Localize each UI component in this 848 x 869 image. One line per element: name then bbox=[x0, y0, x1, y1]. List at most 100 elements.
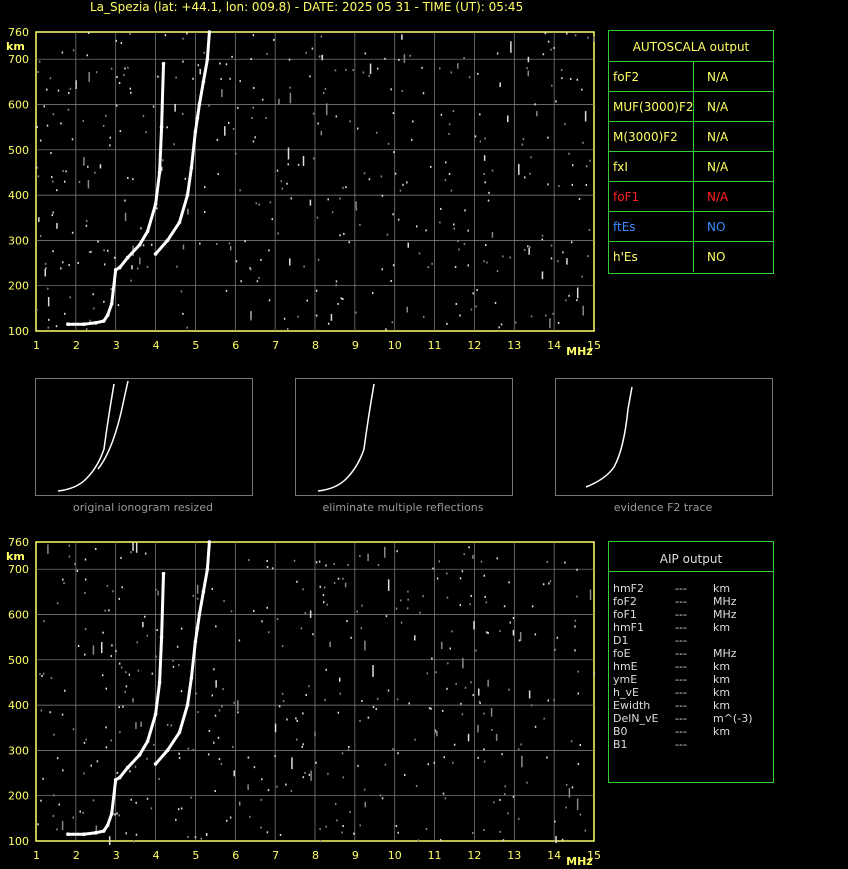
autoscala-param-value: NO bbox=[707, 250, 726, 264]
y-tick-label: 760 bbox=[8, 26, 29, 39]
trace-point bbox=[185, 193, 190, 197]
noise-mark bbox=[409, 54, 412, 57]
noise-mark bbox=[253, 86, 255, 89]
autoscala-param-value: N/A bbox=[707, 190, 729, 204]
noise-mark bbox=[396, 698, 399, 701]
noise-mark bbox=[521, 143, 524, 146]
noise-mark bbox=[455, 302, 458, 305]
y-tick-label: 500 bbox=[8, 144, 29, 157]
noise-mark bbox=[410, 138, 413, 141]
noise-mark bbox=[576, 299, 578, 302]
noise-mark bbox=[290, 789, 293, 792]
noise-mark bbox=[318, 55, 321, 58]
trace-point bbox=[205, 57, 210, 61]
noise-mark bbox=[403, 773, 406, 776]
noise-mark bbox=[585, 183, 588, 186]
x-tick-label: 9 bbox=[352, 849, 359, 862]
noise-mark bbox=[94, 171, 96, 174]
noise-mark bbox=[116, 771, 119, 774]
noise-mark bbox=[541, 271, 544, 280]
noise-mark bbox=[394, 172, 397, 175]
noise-mark bbox=[89, 319, 91, 322]
noise-mark bbox=[498, 326, 500, 329]
aip-value: --- bbox=[675, 608, 687, 621]
trace-point bbox=[137, 753, 142, 757]
noise-mark bbox=[496, 52, 499, 55]
noise-mark bbox=[258, 203, 260, 206]
noise-mark bbox=[453, 743, 456, 746]
noise-mark bbox=[266, 560, 268, 563]
noise-mark bbox=[130, 91, 132, 94]
noise-mark bbox=[84, 592, 86, 595]
noise-mark bbox=[135, 542, 138, 553]
trace-point bbox=[159, 125, 164, 129]
noise-mark bbox=[123, 73, 125, 76]
noise-mark bbox=[315, 761, 317, 764]
noise-mark bbox=[460, 702, 462, 705]
noise-mark bbox=[233, 701, 235, 704]
noise-mark bbox=[41, 675, 43, 678]
noise-mark bbox=[448, 123, 451, 126]
noise-mark bbox=[296, 580, 298, 583]
x-tick-label: 12 bbox=[467, 339, 481, 352]
noise-mark bbox=[444, 797, 447, 800]
column-divider bbox=[693, 152, 694, 182]
noise-mark bbox=[265, 117, 267, 120]
noise-mark bbox=[340, 297, 343, 300]
noise-mark bbox=[132, 698, 134, 703]
thumbnail-eliminate-trace bbox=[317, 383, 375, 492]
noise-mark bbox=[369, 63, 372, 75]
noise-mark bbox=[118, 706, 120, 709]
noise-mark bbox=[467, 264, 470, 267]
noise-mark bbox=[431, 262, 433, 265]
noise-mark bbox=[127, 176, 129, 179]
noise-mark bbox=[83, 157, 85, 166]
noise-mark bbox=[517, 748, 520, 751]
noise-mark bbox=[85, 738, 87, 741]
noise-mark bbox=[457, 240, 459, 243]
noise-mark bbox=[252, 140, 255, 143]
noise-mark bbox=[310, 770, 312, 781]
noise-mark bbox=[352, 69, 354, 72]
noise-mark bbox=[237, 106, 239, 109]
y-axis-label: km bbox=[6, 40, 25, 53]
noise-mark bbox=[319, 828, 321, 831]
noise-mark bbox=[426, 672, 429, 675]
aip-name: hmE bbox=[613, 660, 638, 673]
noise-mark bbox=[258, 276, 260, 279]
noise-mark bbox=[105, 746, 108, 749]
y-tick-label: 300 bbox=[8, 744, 29, 757]
noise-mark bbox=[120, 42, 123, 45]
noise-mark bbox=[512, 616, 515, 619]
noise-mark bbox=[62, 578, 64, 581]
noise-mark bbox=[105, 687, 108, 690]
column-divider bbox=[693, 212, 694, 242]
noise-mark bbox=[238, 801, 241, 806]
noise-mark bbox=[239, 80, 241, 83]
noise-mark bbox=[470, 681, 472, 684]
noise-mark bbox=[124, 67, 126, 70]
noise-mark bbox=[39, 234, 42, 237]
noise-mark bbox=[334, 802, 337, 805]
noise-mark bbox=[251, 116, 253, 119]
top-ionogram-chart: 1 2 3 4 5 6 7 8 9 10 11 12 13 14 15MHz1002003004005006… bbox=[6, 26, 601, 358]
noise-mark bbox=[180, 807, 183, 810]
noise-mark bbox=[39, 673, 41, 676]
noise-mark bbox=[353, 832, 355, 835]
trace-point bbox=[145, 739, 150, 744]
aip-name: Ewidth bbox=[613, 699, 651, 712]
noise-mark bbox=[427, 763, 430, 766]
noise-mark bbox=[571, 786, 574, 789]
noise-mark bbox=[196, 584, 199, 594]
aip-value: --- bbox=[675, 582, 687, 595]
noise-mark bbox=[50, 151, 52, 154]
noise-mark bbox=[146, 265, 149, 268]
noise-mark bbox=[544, 314, 547, 317]
noise-mark bbox=[302, 743, 304, 746]
autoscala-row: M(3000)F2 N/A bbox=[609, 121, 773, 152]
trace-point bbox=[109, 302, 114, 306]
noise-mark bbox=[38, 60, 41, 63]
noise-mark bbox=[302, 712, 304, 715]
noise-mark bbox=[472, 554, 474, 559]
noise-mark bbox=[344, 582, 347, 588]
